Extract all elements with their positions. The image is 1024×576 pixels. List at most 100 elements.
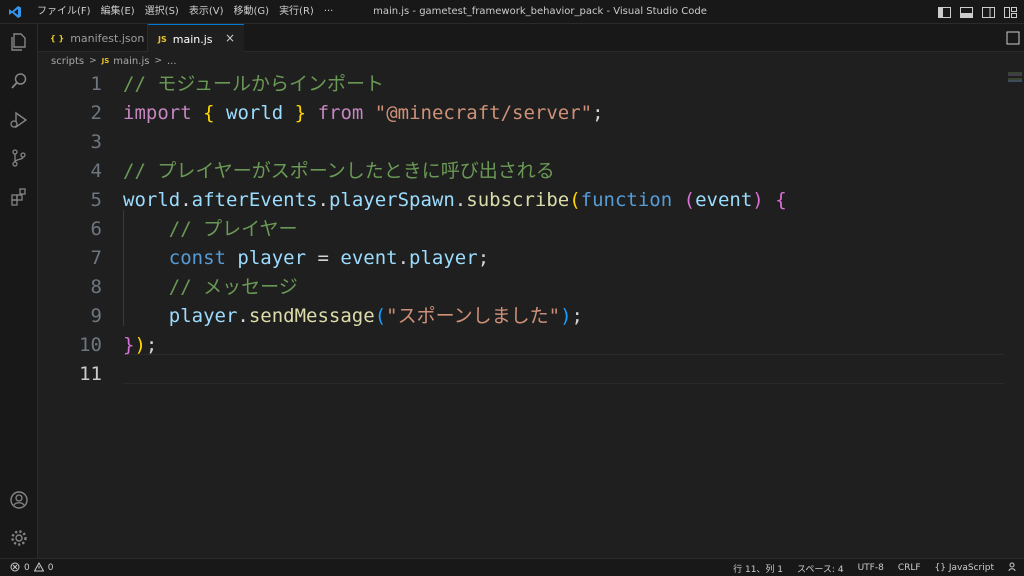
- breadcrumb-folder[interactable]: scripts: [51, 56, 84, 67]
- close-icon[interactable]: ×: [224, 32, 236, 44]
- code-line[interactable]: 5 world.afterEvents.playerSpawn.subscribe…: [38, 186, 1004, 215]
- run-debug-icon[interactable]: [7, 108, 31, 132]
- code-text: world.afterEvents.playerSpawn.subscribe(…: [123, 186, 787, 215]
- code-token: ;: [571, 305, 583, 327]
- code-token: // プレイヤー: [168, 218, 298, 240]
- line-number: 11: [79, 363, 102, 385]
- tab-main-js[interactable]: JS main.js ×: [148, 24, 244, 53]
- code-token: subscribe: [466, 189, 570, 211]
- language-mode[interactable]: {} JavaScript: [935, 563, 994, 573]
- code-token: ): [560, 305, 572, 327]
- code-token: const: [168, 247, 226, 269]
- code-line[interactable]: 3: [38, 128, 1004, 157]
- explorer-icon[interactable]: [7, 30, 31, 54]
- customize-layout-icon[interactable]: [1002, 4, 1018, 20]
- code-token: // プレイヤーがスポーンしたときに呼び出される: [123, 160, 555, 182]
- menu-edit[interactable]: 編集(E): [96, 0, 140, 24]
- extensions-icon[interactable]: [7, 185, 31, 209]
- toggle-panel-icon[interactable]: [958, 4, 974, 20]
- menu-selection[interactable]: 選択(S): [140, 0, 184, 24]
- problems-indicator[interactable]: 0 0: [10, 559, 53, 576]
- settings-gear-icon[interactable]: [7, 526, 31, 550]
- code-token: function: [580, 189, 673, 211]
- code-text: // プレイヤーがスポーンしたときに呼び出される: [123, 157, 555, 186]
- warning-count: 0: [47, 563, 54, 573]
- code-token: {: [203, 102, 215, 124]
- code-editor[interactable]: 1 // モジュールからインポート 2 import { world } from "…: [38, 70, 1024, 558]
- tab-label: main.js: [172, 32, 213, 46]
- breadcrumb-file[interactable]: main.js: [113, 56, 149, 67]
- editor-tab-bar: { } manifest.json JS main.js ×: [38, 24, 1024, 53]
- menu-file[interactable]: ファイル(F): [32, 0, 96, 24]
- menu-go[interactable]: 移動(G): [229, 0, 275, 24]
- code-token: // メッセージ: [168, 276, 298, 298]
- accounts-icon[interactable]: [7, 488, 31, 512]
- code-line[interactable]: 7 const player = event.player;: [38, 244, 1004, 273]
- code-token: (: [569, 189, 581, 211]
- code-token: "スポーンしました": [386, 305, 561, 327]
- code-text: });: [123, 331, 157, 360]
- code-line[interactable]: 11: [38, 360, 1004, 389]
- code-token: .: [317, 189, 329, 211]
- vscode-logo-icon: [4, 0, 26, 24]
- encoding[interactable]: UTF-8: [858, 563, 884, 573]
- code-token: world: [123, 189, 181, 211]
- code-token: }: [123, 334, 135, 356]
- menu-run[interactable]: 実行(R): [274, 0, 319, 24]
- search-icon[interactable]: [7, 69, 31, 93]
- code-token: player: [237, 247, 307, 269]
- notifications-icon[interactable]: [1008, 562, 1018, 575]
- braces-icon: {}: [934, 563, 946, 573]
- js-file-icon: JS: [101, 57, 110, 65]
- code-token: (: [683, 189, 696, 211]
- line-number: 6: [90, 218, 102, 240]
- code-text: // モジュールからインポート: [123, 70, 384, 99]
- code-token: import: [123, 102, 192, 124]
- breadcrumb: scripts > JS main.js > ...: [38, 52, 1024, 70]
- line-number: 8: [90, 276, 102, 298]
- json-file-icon: { }: [50, 33, 65, 43]
- source-control-icon[interactable]: [7, 146, 31, 170]
- code-token: {: [775, 189, 787, 211]
- code-line[interactable]: 8 // メッセージ: [38, 273, 1004, 302]
- indentation[interactable]: スペース: 4: [797, 562, 844, 575]
- code-line[interactable]: 9 player.sendMessage("スポーンしました");: [38, 302, 1004, 331]
- code-line[interactable]: 1 // モジュールからインポート: [38, 70, 1004, 99]
- tab-label: manifest.json: [70, 31, 145, 45]
- code-line[interactable]: 4 // プレイヤーがスポーンしたときに呼び出される: [38, 157, 1004, 186]
- code-token: (: [374, 305, 387, 327]
- code-text: // メッセージ: [123, 273, 298, 302]
- code-token: .: [180, 189, 192, 211]
- toggle-secondary-sidebar-icon[interactable]: [980, 4, 996, 20]
- code-line[interactable]: 2 import { world } from "@minecraft/serve…: [38, 99, 1004, 128]
- split-editor-icon[interactable]: [1006, 30, 1020, 45]
- status-bar: 0 0 行 11、列 1 スペース: 4 UTF-8 CRLF {} JavaS…: [0, 558, 1024, 576]
- code-line[interactable]: 10});: [38, 331, 1004, 360]
- minimap[interactable]: [1006, 70, 1024, 84]
- code-token: =: [306, 247, 341, 269]
- window-title: main.js - gametest_framework_behavior_pa…: [373, 6, 707, 17]
- end-of-line[interactable]: CRLF: [898, 563, 921, 573]
- code-token: event: [340, 247, 398, 269]
- tab-manifest-json[interactable]: { } manifest.json: [38, 24, 148, 52]
- code-text: const player = event.player;: [123, 244, 489, 273]
- code-token: "@minecraft/server": [374, 102, 593, 124]
- menu-view[interactable]: 表示(V): [184, 0, 229, 24]
- code-token: ;: [145, 334, 158, 356]
- cursor-position[interactable]: 行 11、列 1: [733, 562, 783, 575]
- line-number: 4: [90, 160, 102, 182]
- error-count: 0: [24, 563, 30, 573]
- code-line[interactable]: 6 // プレイヤー: [38, 215, 1004, 244]
- line-number: 2: [90, 102, 102, 124]
- js-file-icon: JS: [158, 34, 167, 44]
- breadcrumb-symbols[interactable]: ...: [167, 56, 177, 67]
- line-number: 3: [90, 131, 102, 153]
- code-token: // モジュールからインポート: [123, 73, 384, 95]
- toggle-primary-sidebar-icon[interactable]: [936, 4, 952, 20]
- code-token: .: [397, 247, 410, 269]
